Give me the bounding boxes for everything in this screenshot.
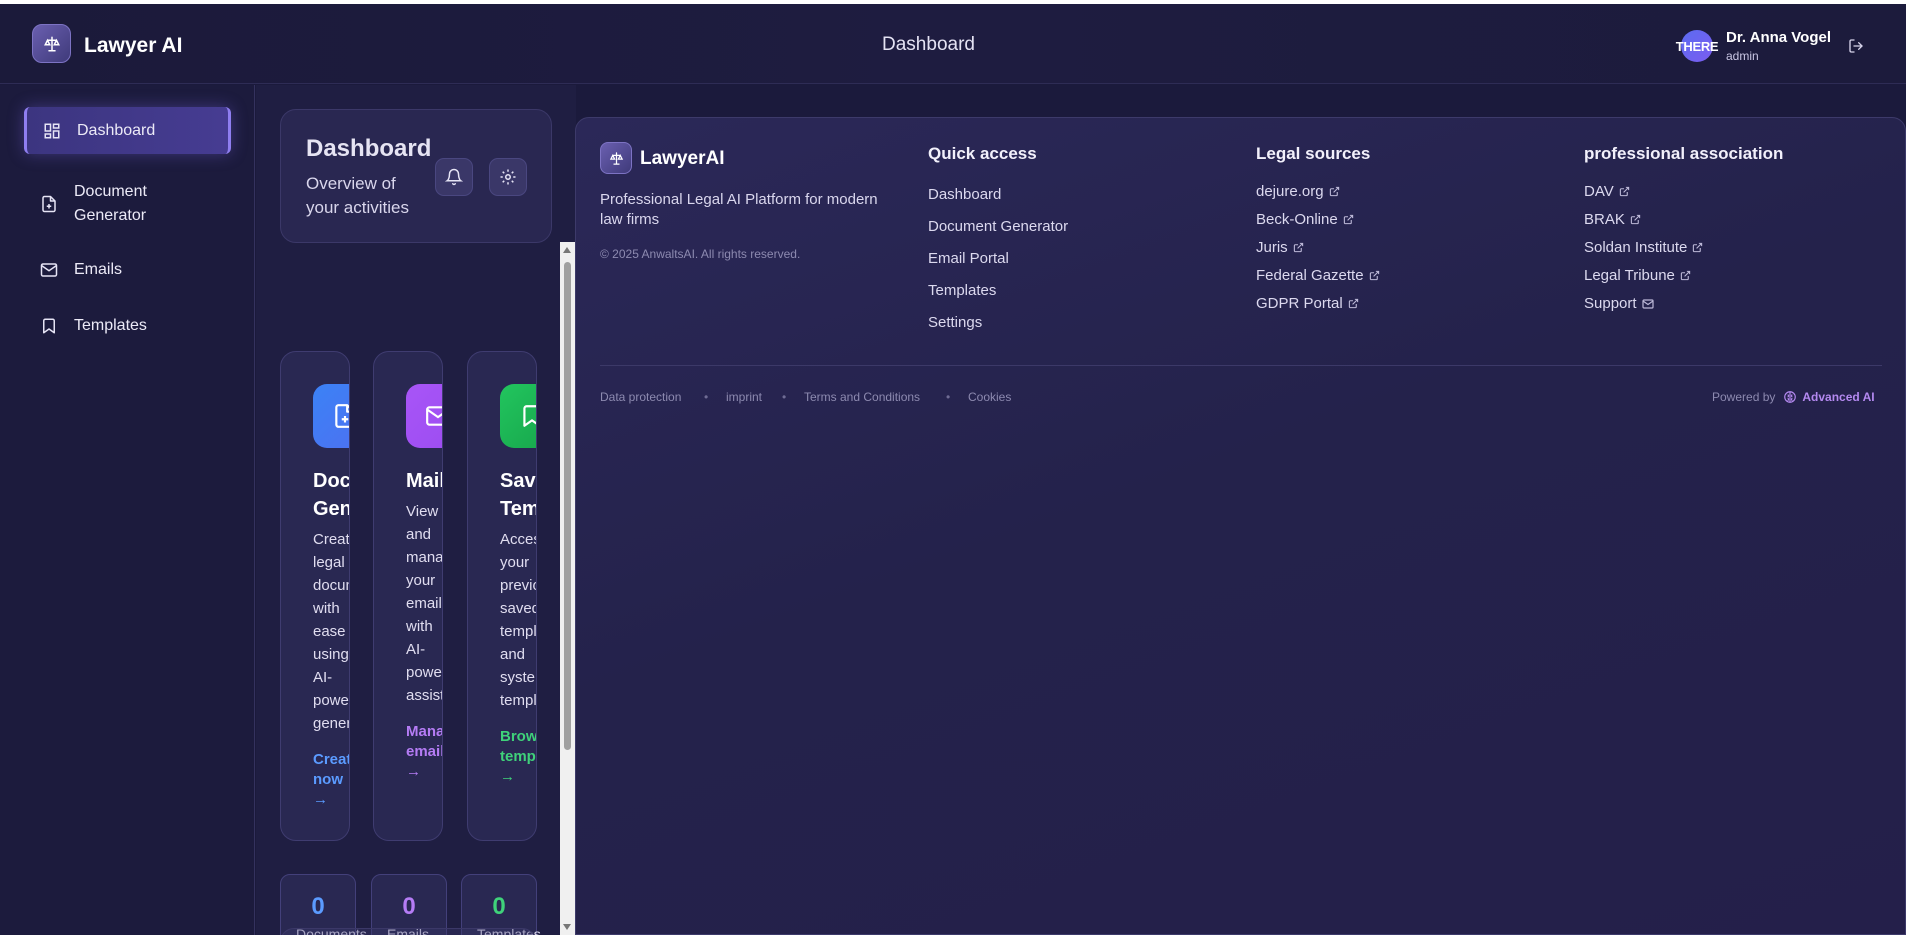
stat-value: 0 [492,893,506,920]
powered-by-label: Powered by [1712,390,1776,404]
footer-link-document-generator[interactable]: Document Generator [928,218,1068,235]
external-link-icon [1293,242,1303,253]
footer-link-cookies[interactable]: Cookies [968,390,1011,404]
separator-dot: • [946,390,951,404]
feature-title: Docum Gener [313,470,350,520]
sidebar-item-templates[interactable]: Templates [24,306,231,346]
footer-column-title: Legal sources [1256,144,1371,163]
footer-link-dav[interactable]: DAV [1584,183,1630,200]
scroll-up-arrow[interactable] [563,247,571,253]
external-link-icon [1693,242,1703,253]
sidebar-item-label: Document Generator [74,183,147,224]
separator-dot: • [704,390,709,404]
external-link-icon [1329,186,1339,197]
logout-icon[interactable] [1848,38,1864,59]
mail-icon [1641,298,1654,309]
footer-link-legal-tribune[interactable]: Legal Tribune [1584,267,1691,284]
scroll-thumb[interactable] [564,262,571,750]
sidebar-item-document-generator[interactable]: Document Generator [24,176,231,232]
settings-button[interactable] [489,158,527,196]
sidebar-item-emails[interactable]: Emails [24,250,231,290]
sidebar: Dashboard Document Generator Emails Temp… [0,85,255,935]
dashboard-title: Dashboard [306,135,432,162]
feature-description: Access your previousl saved templates an… [500,531,537,709]
bell-icon [445,168,463,186]
footer-link-beck-online[interactable]: Beck-Online [1256,211,1354,228]
stat-value: 0 [311,893,325,920]
footer-column-title: professional association [1584,144,1784,163]
feature-description: Create legal document with ease using AI… [313,531,350,732]
mail-icon [40,261,60,279]
scrollbar[interactable] [560,242,575,935]
bookmark-icon [40,317,60,335]
external-link-icon [1369,270,1379,281]
footer-column-title: Quick access [928,144,1037,163]
stat-value: 0 [402,893,416,920]
dashboard-subtitle: Overview of your activities [306,174,409,217]
footer-link-data-protection[interactable]: Data protection [600,390,681,404]
notifications-button[interactable] [435,158,473,196]
footer-link-federal-gazette[interactable]: Federal Gazette [1256,267,1380,284]
feature-title: Saved Templ [500,470,536,520]
footer-link-support[interactable]: Support [1584,295,1654,312]
footer-tagline: Professional Legal AI Platform for moder… [600,191,878,228]
dashboard-header-card: Dashboard Overview of your activities [280,109,552,243]
separator-dot: • [782,390,787,404]
user-name: Dr. Anna Vogel [1726,29,1832,46]
page-title: Dashboard [882,34,975,55]
mail-icon [406,384,442,448]
file-plus-icon [313,384,349,448]
footer: LawyerAI Professional Legal AI Platform … [575,117,1906,935]
feature-description: View and manage your emails with AI- pow… [406,503,443,704]
external-link-icon [1619,186,1629,197]
external-link-icon [1343,214,1353,225]
stat-emails-processed: 0 Emails processed [371,874,447,935]
scroll-down-arrow[interactable] [563,924,571,930]
user-role: admin [1726,49,1759,63]
feature-title: Mailbo [406,470,442,492]
footer-link-juris[interactable]: Juris [1256,239,1304,256]
footer-link-gdpr-portal[interactable]: GDPR Portal [1256,295,1359,312]
powered-by: Powered by Advanced AI [1712,390,1875,404]
external-link-icon [1680,270,1691,281]
create-now-link[interactable]: Create now → [313,750,349,810]
footer-copyright: © 2025 AnwaltsAI. All rights reserved. [600,247,801,261]
brain-icon [1784,391,1797,403]
footer-link-email-portal[interactable]: Email Portal [928,250,1009,267]
footer-link-settings[interactable]: Settings [928,314,982,331]
footer-divider [600,365,1882,366]
stat-documents-created: 0 Documents created [280,874,367,935]
feature-card-mailbox[interactable]: Mailbo View and manage your emails with … [373,351,443,841]
footer-link-brak[interactable]: BRAK [1584,211,1641,228]
avatar[interactable]: THERE [1676,30,1719,62]
sidebar-item-label: Emails [74,261,123,278]
external-link-icon [1348,298,1358,309]
app-header: Lawyer AI Dashboard THERE Dr. Anna Vogel… [0,4,1906,84]
file-plus-icon [40,195,60,213]
footer-link-soldan-institute[interactable]: Soldan Institute [1584,239,1703,256]
footer-link-terms[interactable]: Terms and Conditions [804,390,920,404]
footer-link-imprint[interactable]: imprint [726,390,762,404]
manage-emails-link[interactable]: Manage emails → [406,722,442,782]
footer-logo-icon [600,142,632,174]
next-card [280,928,536,935]
dashboard-grid-icon [43,122,63,140]
feature-card-saved-templates[interactable]: Saved Templ Access your previousl saved … [467,351,537,841]
footer-link-templates[interactable]: Templates [928,282,996,299]
footer-brand: LawyerAI [640,148,725,169]
browse-templates-link[interactable]: Browse templates → [500,727,536,787]
powered-by-brand[interactable]: Advanced AI [1802,390,1874,404]
main-content: Dashboard Overview of your activities Do… [256,85,576,935]
feature-card-document-generator[interactable]: Docum Gener Create legal document with e… [280,351,350,841]
sidebar-item-dashboard[interactable]: Dashboard [24,107,231,154]
stat-templates-saved: 0 Templates saved [461,874,541,935]
footer-link-dashboard[interactable]: Dashboard [928,186,1001,203]
gear-icon [500,169,516,185]
bookmark-icon [500,384,536,448]
sidebar-item-label: Templates [74,317,147,334]
footer-link-dejure[interactable]: dejure.org [1256,183,1340,200]
sidebar-item-label: Dashboard [77,121,156,139]
external-link-icon [1630,214,1641,225]
